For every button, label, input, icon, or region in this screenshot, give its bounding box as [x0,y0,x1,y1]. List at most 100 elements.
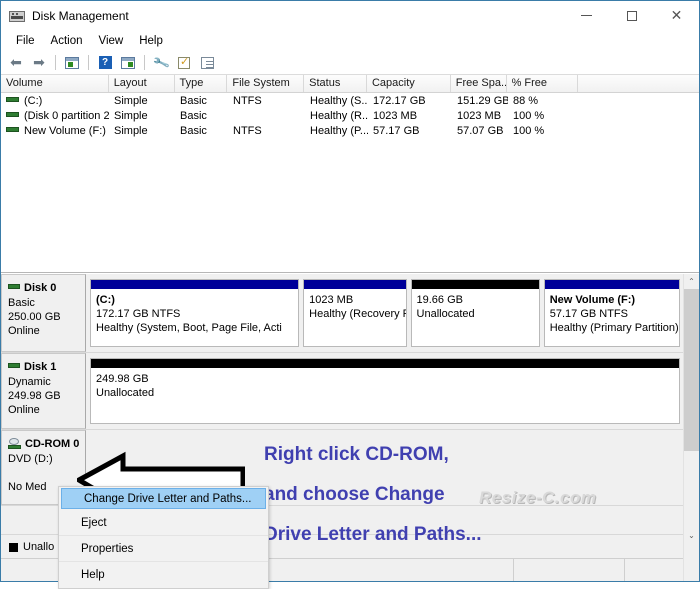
cell-layout: Simple [114,94,148,107]
volume-icon [6,112,19,118]
partition-size: 19.66 GB [416,294,463,306]
cell-status: Healthy (P... [310,124,368,137]
menu-view[interactable]: View [91,33,132,49]
menu-action[interactable]: Action [43,33,91,49]
close-button[interactable]: ✕ [654,1,699,30]
list-view-button[interactable] [196,52,218,73]
column-header-layout[interactable]: Layout [109,75,175,92]
cell-type: Basic [180,109,207,122]
forward-arrow-icon: ➡ [33,54,45,71]
partition-status: Unallocated [96,387,155,399]
partition-size: 249.98 GB [96,373,149,385]
properties-panel-button[interactable] [117,52,139,73]
cell-layout: Simple [114,109,148,122]
scroll-up-icon[interactable]: ⌃ [684,274,699,289]
column-header-status[interactable]: Status [304,75,367,92]
cell-volume: New Volume (F:) [24,124,106,137]
column-header-free-space[interactable]: Free Spa... [451,75,507,92]
column-header-type[interactable]: Type [175,75,228,92]
partition-bar [91,280,299,289]
cell-type: Basic [180,94,207,107]
close-icon: ✕ [670,7,683,24]
cell-status: Healthy (R... [310,109,368,122]
maximize-button[interactable] [609,1,654,30]
disk-icon [8,362,20,368]
vertical-scrollbar[interactable]: ⌃ ⌄ [683,274,699,581]
partition-strip-disk0: (C:) 172.17 GB NTFS Healthy (System, Boo… [86,274,684,352]
forward-button[interactable]: ➡ [28,52,50,73]
show-hide-console-tree-icon [65,56,79,69]
partition-unallocated-disk1[interactable]: 249.98 GB Unallocated [90,358,680,424]
context-menu-item-change-drive-letter[interactable]: Change Drive Letter and Paths... [61,488,266,509]
disk-info-disk1[interactable]: Disk 1 Dynamic 249.98 GB Online [1,353,86,429]
partition-size: 172.17 GB NTFS [96,308,181,320]
partition-new-volume-f[interactable]: New Volume (F:) 57.17 GB NTFS Healthy (P… [543,279,681,347]
window-controls: ✕ [564,1,699,30]
menu-file[interactable]: File [8,33,43,49]
check-button[interactable] [173,52,195,73]
legend-label-unallocated: Unallo [23,541,55,553]
status-segment-2 [268,559,514,581]
column-header-capacity[interactable]: Capacity [367,75,451,92]
window-title: Disk Management [32,8,129,23]
rescan-disks-button[interactable]: 🔧 [150,52,172,73]
show-hide-console-tree-button[interactable] [61,52,83,73]
partition-c[interactable]: (C:) 172.17 GB NTFS Healthy (System, Boo… [90,279,300,347]
maximize-icon [626,10,637,21]
partition-bar [91,359,679,368]
column-header-filler [578,75,699,92]
disk-management-window: Disk Management ✕ File Action View Help … [0,0,700,589]
disk-type: Dynamic [8,376,51,388]
cell-percent-free: 88 % [513,94,539,107]
partition-unallocated-disk0[interactable]: 19.66 GB Unallocated [410,279,540,347]
volume-icon [6,97,19,103]
table-row[interactable]: (Disk 0 partition 2) Simple Basic Health… [1,108,699,123]
partition-name: (C:) [96,294,115,306]
menu-bar: File Action View Help [1,30,699,51]
column-header-volume[interactable]: Volume [1,75,109,92]
disk-name: Disk 0 [24,282,57,294]
column-header-file-system[interactable]: File System [227,75,305,92]
context-menu-item-properties[interactable]: Properties [59,536,268,562]
partition-recovery[interactable]: 1023 MB Healthy (Recovery P [303,279,407,347]
menu-help[interactable]: Help [131,33,171,49]
partition-status: Healthy (Primary Partition) [549,322,679,334]
help-button[interactable]: ? [94,52,116,73]
toolbar-separator-2 [88,55,89,70]
disk-info-disk0[interactable]: Disk 0 Basic 250.00 GB Online [1,274,86,352]
column-header-percent-free[interactable]: % Free [507,75,579,92]
properties-panel-icon [121,56,135,69]
context-menu: Change Drive Letter and Paths... Eject P… [58,486,269,589]
minimize-button[interactable] [564,1,609,30]
table-row[interactable]: New Volume (F:) Simple Basic NTFS Health… [1,123,699,138]
partition-strip-disk1: 249.98 GB Unallocated [86,353,684,429]
scrollbar-thumb[interactable] [684,289,699,451]
cell-type: Basic [180,124,207,137]
cell-percent-free: 100 % [513,109,545,122]
partition-bar [544,280,680,289]
check-icon [178,55,190,69]
scroll-down-icon[interactable]: ⌄ [684,528,699,543]
context-menu-item-help[interactable]: Help [59,562,268,588]
context-menu-item-eject[interactable]: Eject [59,510,268,536]
disk-row-disk1[interactable]: Disk 1 Dynamic 249.98 GB Online 249.98 G… [1,353,684,430]
title-bar: Disk Management ✕ [1,1,699,30]
disk-name: Disk 1 [24,361,57,373]
disk-type: Basic [8,297,35,309]
cell-free-space: 151.29 GB [457,94,508,107]
disk-size: 249.98 GB [8,390,61,402]
cell-file-system: NTFS [233,94,262,107]
disk-state: Online [8,325,40,337]
table-row[interactable]: (C:) Simple Basic NTFS Healthy (S... 172… [1,93,699,108]
cell-capacity: 57.17 GB [373,124,420,137]
disk-size: 250.00 GB [8,311,61,323]
disk-row-disk0[interactable]: Disk 0 Basic 250.00 GB Online (C:) 172.1… [1,274,684,353]
partition-status: Healthy (Recovery P [309,308,407,320]
partition-bar [411,280,539,289]
partition-status: Healthy (System, Boot, Page File, Acti [96,322,282,334]
back-button[interactable]: ⬅ [5,52,27,73]
back-arrow-icon: ⬅ [10,54,22,71]
cdrom-icon [8,437,21,449]
volume-list-header: Volume Layout Type File System Status Ca… [1,75,699,93]
disk-type: DVD (D:) [8,453,53,465]
